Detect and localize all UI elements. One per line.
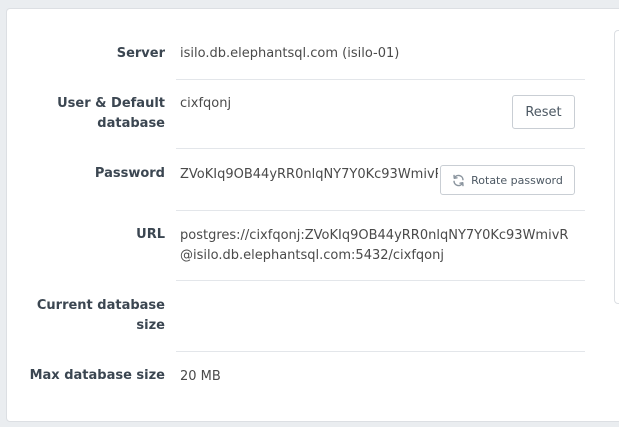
server-value: isilo.db.elephantsql.com (isilo-01) [180, 46, 400, 61]
password-label: Password [94, 166, 165, 181]
divider [176, 79, 585, 80]
side-panel [614, 30, 619, 304]
url-value-line2: @isilo.db.elephantsql.com:5432/cixfqonj [180, 248, 444, 263]
user-label-line1: User & Default [57, 96, 165, 111]
database-details-card [6, 8, 619, 422]
user-label: User & Default database [0, 94, 165, 134]
divider [176, 351, 585, 352]
url-value: postgres://cixfqonj:ZVoKIq9OB44yRR0nlqNY… [180, 226, 568, 266]
current-size-label-line2: size [136, 318, 165, 333]
url-label: URL [136, 227, 165, 242]
rotate-password-label: Rotate password [471, 173, 563, 187]
password-value: ZVoKIq9OB44yRR0nlqNY7Y0Kc93WmivR [180, 167, 438, 182]
current-size-label: Current database size [0, 296, 165, 336]
user-label-line2: database [97, 116, 165, 131]
divider [176, 210, 585, 211]
current-size-label-line1: Current database [36, 298, 165, 313]
server-label: Server [116, 46, 165, 61]
reset-button[interactable]: Reset [512, 95, 575, 129]
divider [176, 280, 585, 281]
user-value: cixfqonj [180, 96, 232, 111]
url-value-line1: postgres://cixfqonj:ZVoKIq9OB44yRR0nlqNY… [180, 228, 569, 243]
max-size-label: Max database size [29, 368, 165, 383]
rotate-password-button[interactable]: Rotate password [440, 165, 575, 195]
divider [176, 148, 585, 149]
refresh-icon [453, 174, 464, 186]
max-size-value: 20 MB [180, 369, 221, 384]
